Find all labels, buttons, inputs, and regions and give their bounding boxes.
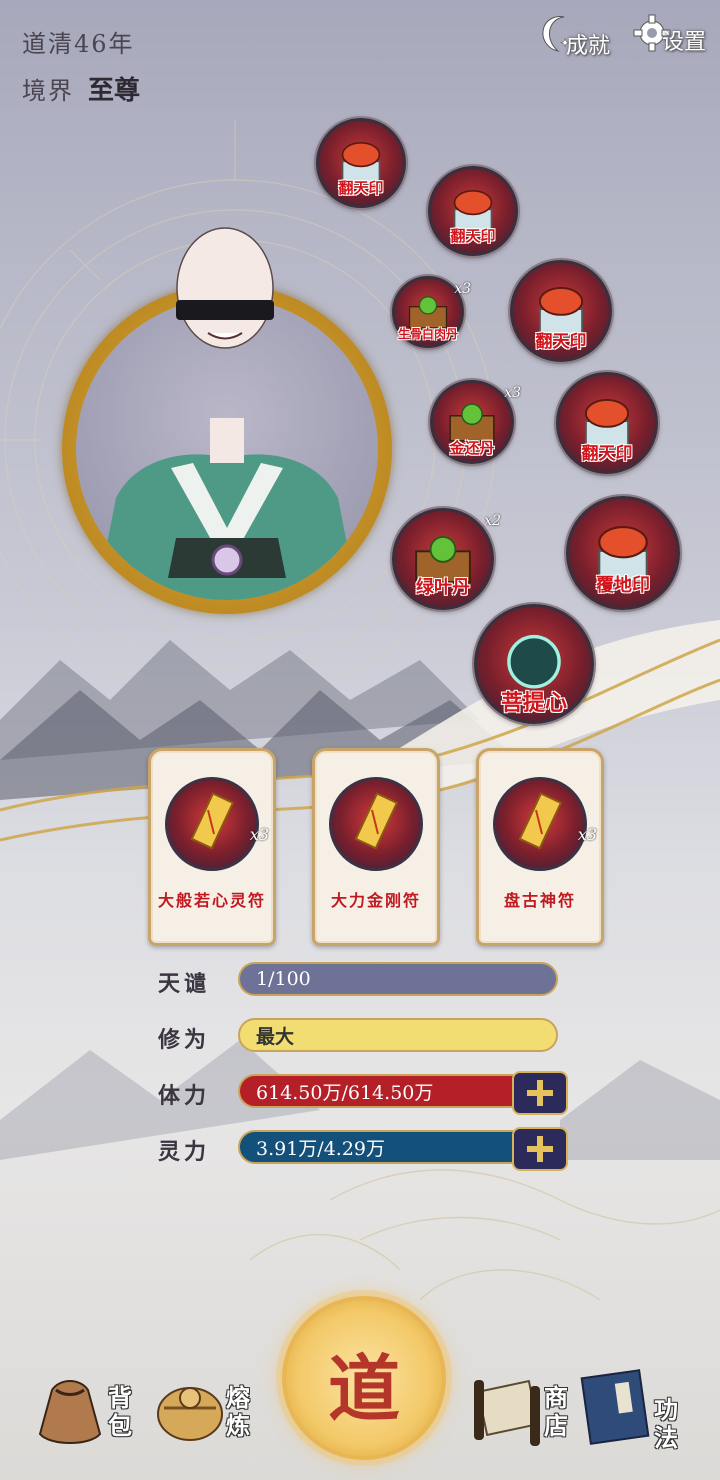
tili-bar: 614.50万/614.50万	[238, 1074, 528, 1108]
tianqian-bar: 1/100	[238, 962, 558, 996]
talisman-name: 大般若心灵符	[157, 891, 266, 910]
item-slot[interactable]: 翻天印	[316, 118, 406, 208]
stat-label-tili: 体力	[158, 1083, 211, 1109]
item-slot[interactable]: 翻天印	[510, 260, 612, 362]
dao-center-button[interactable]: 道	[282, 1296, 446, 1460]
item-name: 菩提心	[500, 690, 567, 716]
talisman-qty: x3	[577, 825, 597, 844]
talisman-orb	[165, 777, 259, 871]
skills-button[interactable]: 功法	[578, 1366, 688, 1456]
item-name: 覆地印	[596, 575, 650, 596]
achievements-button[interactable]: ✦ 成就	[540, 10, 610, 60]
skills-label: 功法	[654, 1395, 678, 1452]
item-name: 翻天印	[581, 444, 633, 464]
lingli-value: 3.91万/4.29万	[256, 1137, 386, 1160]
xiuwei-bar: 最大	[238, 1018, 558, 1052]
talisman-card[interactable]: 盘古神符 x3	[476, 748, 604, 946]
talisman-orb	[493, 777, 587, 871]
item-qty: x3	[504, 385, 521, 401]
item-slot[interactable]: 菩提心	[474, 604, 594, 724]
item-name: 生骨白肉丹	[397, 327, 458, 341]
item-qty: x2	[484, 513, 501, 529]
talisman-name: 盘古神符	[503, 891, 576, 910]
talisman-paper-icon	[354, 792, 399, 850]
game-screen: 道清46年 境界 至尊 ✦ 成就 设置 翻天印 翻天印 生骨白肉丹 x3 翻天印…	[0, 0, 720, 1480]
bag-label: 背包	[108, 1383, 132, 1440]
item-name: 绿叶丹	[416, 577, 470, 598]
bag-icon	[38, 1380, 102, 1444]
item-name: 翻天印	[338, 179, 384, 197]
talisman-name: 大力金刚符	[330, 891, 421, 910]
tianqian-value: 1/100	[256, 968, 311, 990]
smelt-button[interactable]: 熔炼	[150, 1368, 260, 1458]
book-icon	[580, 1369, 650, 1445]
talisman-card[interactable]: 大力金刚符	[312, 748, 440, 946]
stat-label-lingli: 灵力	[158, 1139, 211, 1165]
item-slot[interactable]: 金还丹 x3	[430, 380, 521, 464]
character-head	[176, 227, 274, 349]
item-slot[interactable]: 绿叶丹 x2	[392, 508, 501, 610]
realm-row: 境界 至尊	[22, 70, 140, 107]
stat-label-tianqian: 天谴	[158, 971, 211, 997]
item-slot[interactable]: 生骨白肉丹 x3	[392, 276, 471, 348]
shop-button[interactable]: 商店	[468, 1372, 578, 1462]
item-name: 金还丹	[449, 439, 495, 457]
era-text: 道清46年	[22, 30, 135, 58]
smelt-label: 熔炼	[226, 1383, 250, 1440]
item-name: 翻天印	[450, 227, 496, 245]
talisman-paper-icon	[190, 792, 235, 850]
realm-label: 境界	[22, 77, 74, 105]
item-slot[interactable]: 翻天印	[556, 372, 658, 474]
bag-button[interactable]: 背包	[30, 1368, 140, 1458]
realm-value: 至尊	[88, 76, 141, 106]
background-art	[0, 120, 720, 1301]
achievements-label: 成就	[566, 34, 611, 59]
lingli-plus-button[interactable]	[512, 1127, 568, 1171]
talisman-card[interactable]: 大般若心灵符 x3	[148, 748, 276, 946]
talisman-qty: x3	[249, 825, 269, 844]
item-qty: x3	[454, 281, 471, 297]
talisman-orb	[329, 777, 423, 871]
shop-label: 商店	[544, 1383, 568, 1440]
talisman-paper-icon	[518, 792, 563, 850]
smelting-pot-icon	[157, 1387, 223, 1441]
settings-button[interactable]: 设置	[632, 10, 706, 56]
xiuwei-value: 最大	[256, 1025, 295, 1048]
lingli-bar: 3.91万/4.29万	[238, 1130, 528, 1164]
item-slot[interactable]: 翻天印	[428, 166, 518, 256]
dao-glyph: 道	[327, 1346, 400, 1431]
stat-label-xiuwei: 修为	[158, 1027, 211, 1053]
scroll-icon	[474, 1379, 540, 1446]
tili-value: 614.50万/614.50万	[256, 1081, 434, 1104]
item-name: 翻天印	[535, 332, 587, 352]
settings-label: 设置	[662, 30, 707, 55]
item-slot[interactable]: 覆地印	[566, 496, 680, 610]
tili-plus-button[interactable]	[512, 1071, 568, 1115]
